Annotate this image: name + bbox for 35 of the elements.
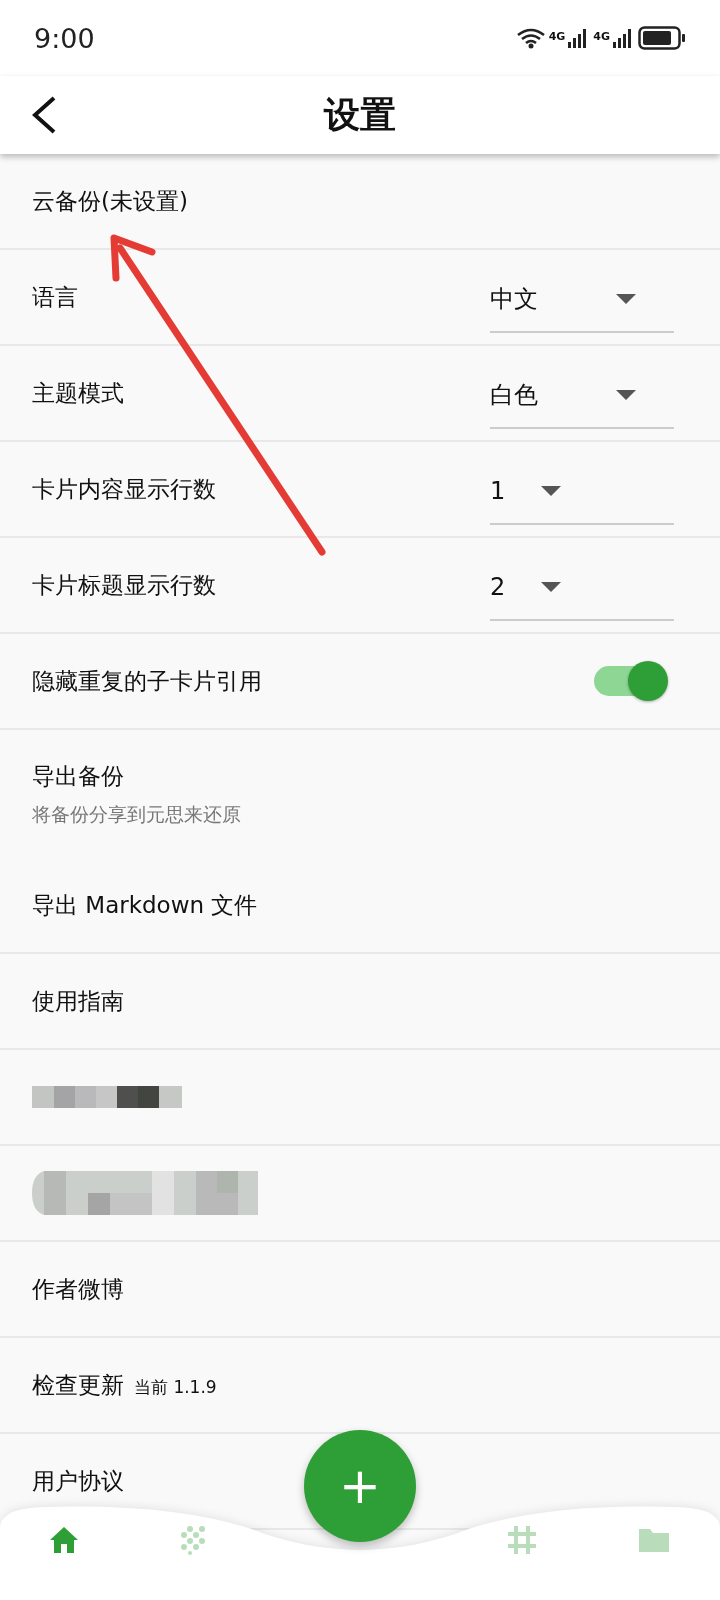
setting-label: 语言 [32,282,78,312]
setting-label: 主题模式 [32,378,124,408]
back-icon[interactable] [30,95,58,135]
setting-description: 将备份分享到元思来还原 [32,801,241,827]
settings-item[interactable]: 导出备份 将备份分享到元思来还原 [0,730,720,858]
dropdown[interactable]: 2 [490,555,674,621]
caret-icon [616,390,636,400]
wifi-icon [515,27,546,49]
dropdown[interactable]: 白色 [490,363,674,429]
settings-item[interactable]: 导出 Markdown 文件 [32,889,258,921]
settings-item[interactable]: 云备份(未设置) [32,185,188,217]
dropdown[interactable]: 1 [490,459,674,525]
setting-label: 隐藏重复的子卡片引用 [32,666,262,696]
dropdown-value: 2 [490,573,506,601]
settings-item[interactable]: 用户协议 [32,1465,124,1497]
dropdown-value: 1 [490,477,506,505]
caret-icon [541,582,562,592]
dropdown-value: 中文 [490,284,538,315]
settings-item[interactable]: 使用指南 [32,985,124,1017]
version-label: 当前 1.1.9 [134,1375,217,1399]
page-title: 设置 [324,92,396,137]
dropdown[interactable]: 中文 [490,267,674,333]
setting-label: 检查更新 [32,1370,124,1400]
battery-icon [638,26,686,50]
setting-label: 卡片内容显示行数 [32,474,216,504]
network-label: 4G [548,30,566,43]
setting-label: 导出备份 [32,761,124,791]
status-time: 9:00 [34,22,95,54]
setting-label: 卡片标题显示行数 [32,570,216,600]
caret-icon [541,486,562,496]
dropdown-value: 白色 [490,380,538,411]
settings-item[interactable]: 作者微博 [32,1273,124,1305]
toggle-switch[interactable] [592,661,668,701]
network-label: 4G [593,30,610,43]
caret-icon [616,294,636,304]
